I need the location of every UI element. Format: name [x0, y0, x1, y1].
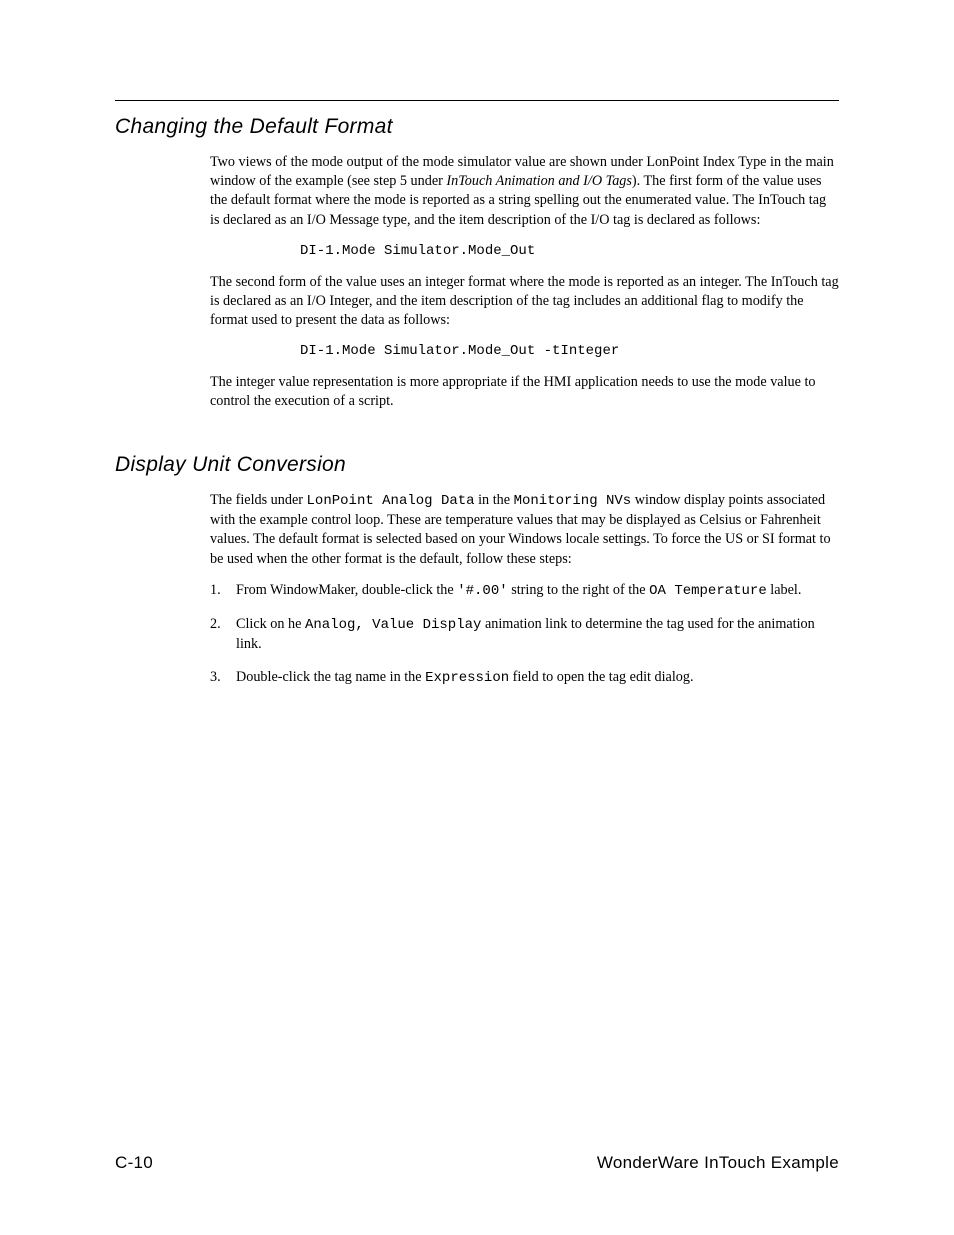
step-item: 2. Click on he Analog, Value Display ani…: [210, 615, 839, 654]
section1-para1: Two views of the mode output of the mode…: [210, 153, 839, 230]
step-text: Click on he Analog, Value Display animat…: [236, 615, 839, 654]
section2-body: The fields under LonPoint Analog Data in…: [210, 491, 839, 687]
text: The fields under: [210, 492, 307, 508]
step-item: 3. Double-click the tag name in the Expr…: [210, 668, 839, 688]
mono-text: Analog, Value Display: [305, 617, 481, 633]
section1-body: Two views of the mode output of the mode…: [210, 153, 839, 411]
text: label.: [767, 582, 802, 598]
section1-para2: The second form of the value uses an int…: [210, 273, 839, 331]
text: string to the right of the: [508, 582, 649, 598]
text: Double-click the tag name in the: [236, 669, 425, 685]
section1-para3: The integer value representation is more…: [210, 373, 839, 411]
step-item: 1. From WindowMaker, double-click the '#…: [210, 581, 839, 601]
text: field to open the tag edit dialog.: [509, 669, 693, 685]
step-number: 3.: [210, 668, 236, 688]
step-number: 1.: [210, 581, 236, 601]
mono-text: Monitoring NVs: [514, 493, 632, 509]
page-footer: C-10 WonderWare InTouch Example: [115, 1153, 839, 1173]
mono-text: '#.00': [457, 583, 507, 599]
text: Click on he: [236, 616, 305, 632]
step-number: 2.: [210, 615, 236, 654]
code-block-2: DI-1.Mode Simulator.Mode_Out -tInteger: [300, 342, 839, 361]
mono-text: LonPoint Analog Data: [307, 493, 475, 509]
step-text: From WindowMaker, double-click the '#.00…: [236, 581, 839, 601]
mono-text: OA Temperature: [649, 583, 767, 599]
heading-changing-default-format: Changing the Default Format: [115, 115, 839, 139]
top-rule: [115, 100, 839, 101]
text: From WindowMaker, double-click the: [236, 582, 457, 598]
section2-para1: The fields under LonPoint Analog Data in…: [210, 491, 839, 568]
steps-list: 1. From WindowMaker, double-click the '#…: [210, 581, 839, 688]
italic-text: InTouch Animation and I/O Tags: [446, 173, 632, 189]
footer-page-number: C-10: [115, 1153, 153, 1173]
heading-display-unit-conversion: Display Unit Conversion: [115, 453, 839, 477]
footer-title: WonderWare InTouch Example: [597, 1153, 839, 1173]
text: in the: [475, 492, 514, 508]
mono-text: Expression: [425, 670, 509, 686]
step-text: Double-click the tag name in the Express…: [236, 668, 839, 688]
code-block-1: DI-1.Mode Simulator.Mode_Out: [300, 242, 839, 261]
